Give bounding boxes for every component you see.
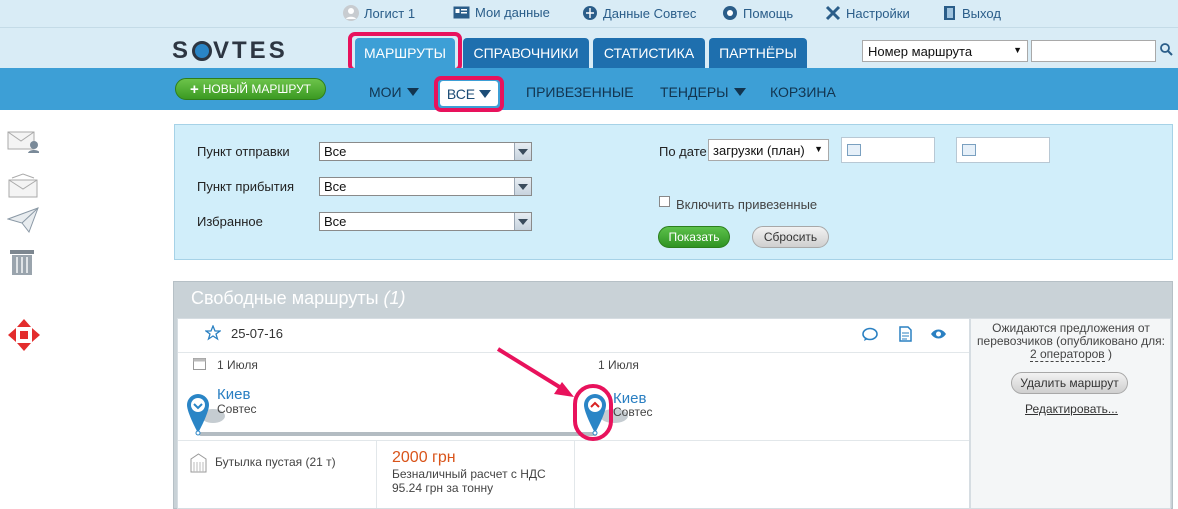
edit-link[interactable]: Редактировать... [1025, 402, 1118, 416]
price-per-ton: 95.24 грн за тонну [392, 481, 494, 495]
offers-text-1: Ожидаются предложения от [992, 321, 1150, 335]
delete-route-button[interactable]: Удалить маршрут [1011, 372, 1128, 394]
offers-line-3: 2 операторов ) [1029, 347, 1113, 362]
operators-link[interactable]: 2 операторов [1029, 347, 1105, 362]
cargo-text: Бутылка пустая (21 т) [215, 455, 336, 469]
offers-text-2: перевозчиков (опубликовано для: [977, 334, 1165, 348]
payment-type: Безналичный расчет с НДС [392, 467, 546, 481]
price: 2000 грн [392, 449, 456, 466]
warehouse-icon [190, 453, 207, 473]
